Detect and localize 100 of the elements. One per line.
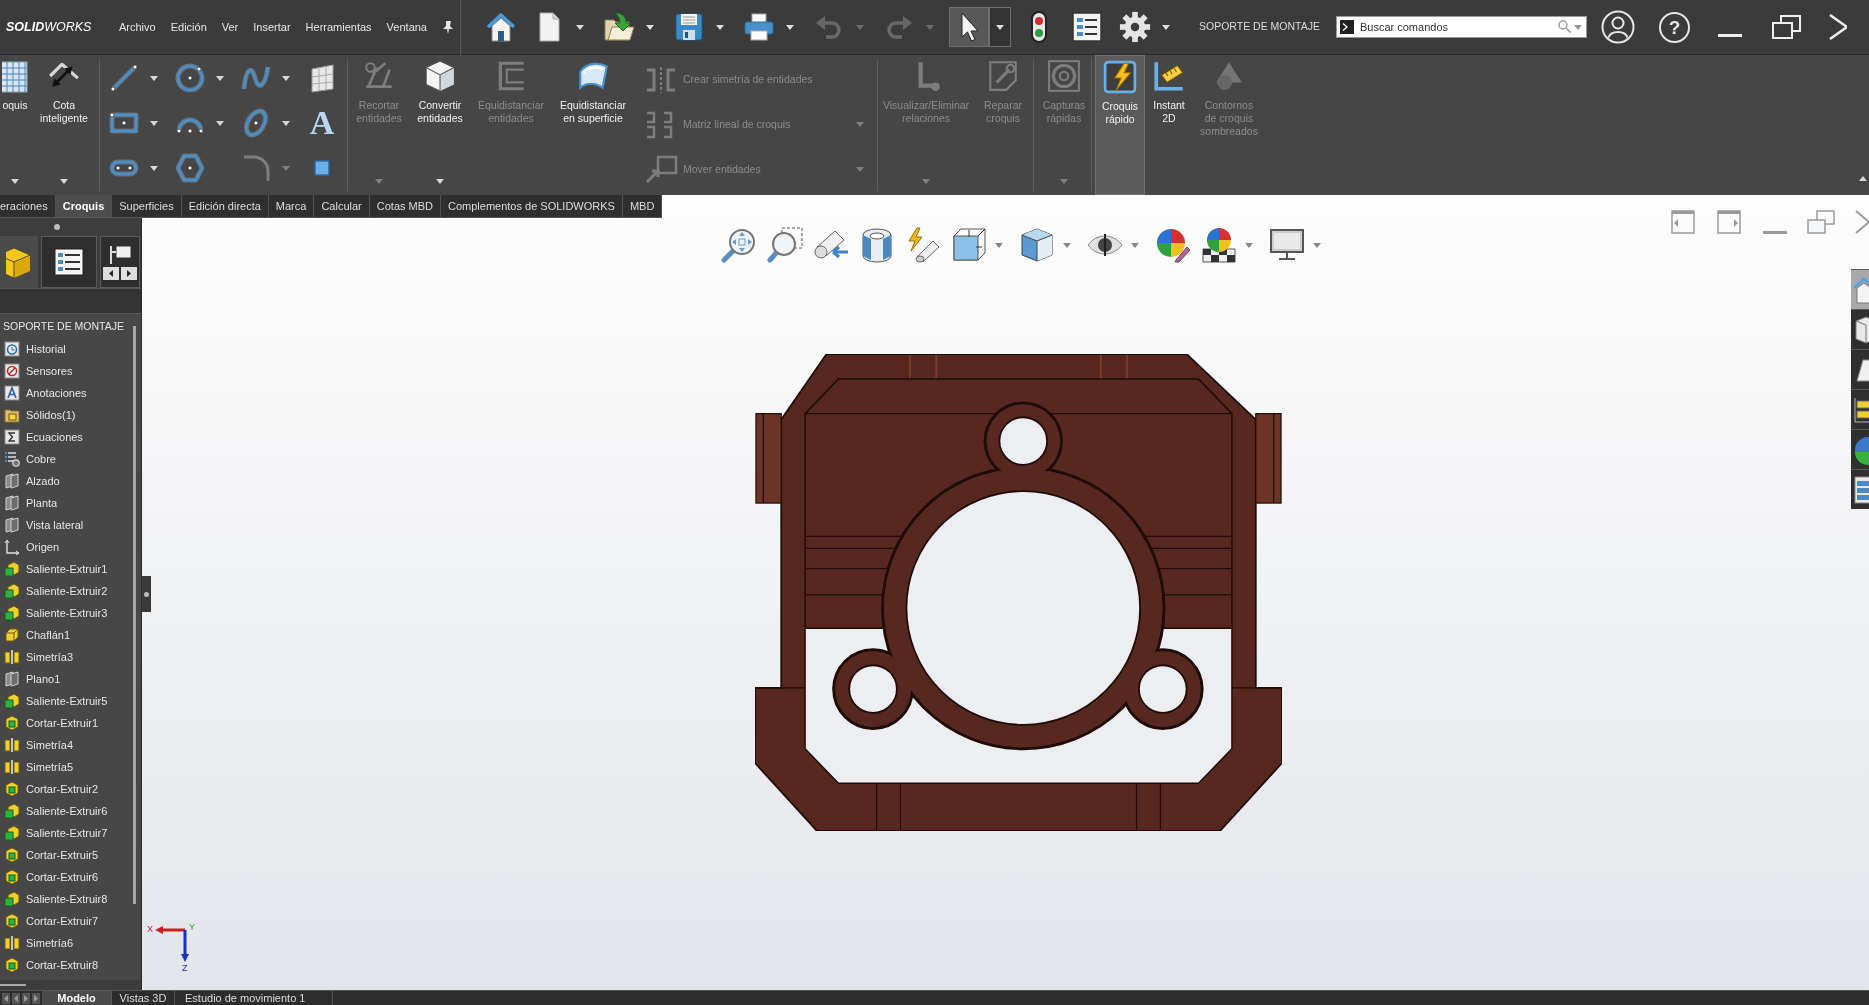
menu-item[interactable]: Ventana: [386, 18, 427, 36]
tree-item[interactable]: Cortar-Extruir5: [0, 844, 141, 866]
bottom-tab[interactable]: Modelo: [42, 991, 112, 1005]
help-button[interactable]: ?: [1658, 11, 1690, 43]
command-tab[interactable]: Superficies: [112, 195, 182, 217]
apply-scene-button[interactable]: [1200, 226, 1238, 264]
extrude-cube-icon: [4, 891, 20, 907]
cut-cube-icon: [4, 781, 20, 797]
command-tab[interactable]: Edición directa: [181, 195, 269, 217]
command-tab[interactable]: Marca: [268, 195, 315, 217]
extrude-cube-icon: [4, 583, 20, 599]
axis-label: Y: [189, 922, 195, 932]
command-tab[interactable]: Cotas MBD: [369, 195, 441, 217]
view-orientation-button[interactable]: [950, 226, 988, 264]
command-tab[interactable]: Complementos de SOLIDWORKS: [441, 195, 623, 217]
ribbon-button[interactable]: Croquis rápido: [1095, 55, 1145, 195]
tree-item[interactable]: Cortar-Extruir1: [0, 712, 141, 734]
tree-item[interactable]: Cortar-Extruir2: [0, 778, 141, 800]
filter-field[interactable]: [0, 288, 141, 314]
ribbon-button[interactable]: Equidistanciar en superficie: [553, 55, 633, 125]
command-tab[interactable]: Croquis: [55, 195, 113, 217]
menu-item[interactable]: Ver: [221, 18, 239, 36]
bottom-tab[interactable]: Estudio de movimiento 1: [175, 991, 333, 1005]
restore-button[interactable]: [1771, 15, 1801, 39]
ruler-frame-icon: [1152, 59, 1186, 93]
tree-item[interactable]: Vista lateral: [0, 514, 141, 536]
tree-item[interactable]: Planta: [0, 492, 141, 514]
tree-item[interactable]: Cortar-Extruir6: [0, 866, 141, 888]
tree-item[interactable]: Cortar-Extruir7: [0, 910, 141, 932]
menu-item[interactable]: Archivo: [119, 18, 156, 36]
tree-item[interactable]: Saliente-Extruir6: [0, 800, 141, 822]
tree-item[interactable]: Chaflán1: [0, 624, 141, 646]
configuration-tab[interactable]: [100, 236, 140, 288]
ribbon-button[interactable]: Cota inteligente: [34, 55, 94, 125]
tree-item[interactable]: Ecuaciones: [0, 426, 141, 448]
color-ball-pencil-icon: [1155, 227, 1191, 263]
pin-button[interactable]: [442, 20, 454, 34]
printer-icon: [743, 11, 775, 43]
tree-item[interactable]: Sólidos(1): [0, 404, 141, 426]
dropdown-button[interactable]: [989, 7, 1011, 47]
tree-item[interactable]: Saliente-Extruir1: [0, 558, 141, 580]
tile-left-button[interactable]: [1671, 210, 1695, 234]
search-field[interactable]: Buscar comandos: [1335, 16, 1587, 38]
tree-item[interactable]: Origen: [0, 536, 141, 558]
tree-item[interactable]: Historial: [0, 338, 141, 360]
select-button[interactable]: [949, 7, 989, 47]
ribbon-button[interactable]: oquis: [0, 55, 30, 112]
menu-item[interactable]: Edición: [170, 18, 207, 36]
list-icon: [54, 248, 84, 276]
material-list-icon: [4, 451, 20, 467]
task-pane-tab[interactable]: [1851, 269, 1869, 309]
text-tool-button[interactable]: A: [302, 103, 342, 143]
house-icon: [485, 11, 517, 43]
chamfer-cube-icon: [4, 627, 20, 643]
horizontal-scrollbar[interactable]: [0, 984, 26, 986]
tree-item[interactable]: Simetría6: [0, 932, 141, 954]
feature-tree-tab[interactable]: [0, 236, 38, 288]
tree-item[interactable]: Simetría3: [0, 646, 141, 668]
tree-item[interactable]: Plano1: [0, 668, 141, 690]
vertical-scrollbar[interactable]: [133, 326, 136, 904]
tree-item[interactable]: Simetría5: [0, 756, 141, 778]
magnifier-arrows-icon: [721, 227, 757, 263]
command-tab[interactable]: Calcular: [314, 195, 370, 217]
plane-icon: [4, 671, 20, 687]
tree-item[interactable]: Anotaciones: [0, 382, 141, 404]
collapse-ribbon-button[interactable]: [1859, 176, 1867, 181]
tree-item[interactable]: Cortar-Extruir8: [0, 954, 141, 976]
display-style-button[interactable]: [1018, 226, 1056, 264]
clock-icon: [4, 341, 20, 357]
tree-item[interactable]: Alzado: [0, 470, 141, 492]
mirror-icon: [4, 935, 20, 951]
tree-item[interactable]: Cobre: [0, 448, 141, 470]
tree-item[interactable]: Saliente-Extruir5: [0, 690, 141, 712]
tree-box-icon: [108, 244, 132, 265]
ribbon-button[interactable]: Instant 2D: [1147, 55, 1191, 125]
zoom-to-fit-button[interactable]: [720, 226, 758, 264]
lightning-scope-icon: [905, 227, 941, 263]
menu-item[interactable]: Herramientas: [305, 18, 372, 36]
account-button[interactable]: [1600, 10, 1635, 44]
folder-cube-icon: [4, 407, 20, 423]
zoom-to-area-button[interactable]: [766, 226, 804, 264]
tree-item[interactable]: Saliente-Extruir2: [0, 580, 141, 602]
command-tab[interactable]: eraciones: [0, 195, 56, 217]
tree-item[interactable]: Saliente-Extruir8: [0, 888, 141, 910]
edit-appearance-button[interactable]: [1154, 226, 1192, 264]
tree-item[interactable]: Saliente-Extruir7: [0, 822, 141, 844]
ribbon-button[interactable]: Convertir entidades: [411, 55, 469, 125]
extrude-cube-icon: [4, 803, 20, 819]
splitter-handle[interactable]: [142, 576, 151, 612]
mirror-brackets-icon: [644, 64, 678, 95]
grip-dot-icon: [54, 224, 60, 230]
tree-item[interactable]: Saliente-Extruir3: [0, 602, 141, 624]
command-tab[interactable]: MBD: [622, 195, 663, 217]
menu-item[interactable]: Insertar: [253, 18, 291, 36]
tile-right-button[interactable]: [1717, 210, 1741, 234]
tree-item[interactable]: Simetría4: [0, 734, 141, 756]
tree-root-item[interactable]: SOPORTE DE MONTAJE: [0, 316, 141, 338]
tree-item[interactable]: Sensores: [0, 360, 141, 382]
property-tab[interactable]: [41, 236, 97, 288]
bottom-tab[interactable]: Vistas 3D: [112, 991, 175, 1005]
